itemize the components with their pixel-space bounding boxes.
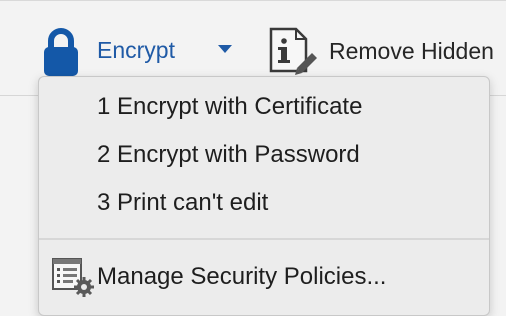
security-policies-icon	[52, 258, 94, 297]
encrypt-dropdown-menu: 1 Encrypt with Certificate 2 Encrypt wit…	[38, 76, 490, 316]
encrypt-label: Encrypt	[97, 37, 175, 63]
menu-item-print-cant-edit[interactable]: 3 Print can't edit	[97, 189, 268, 217]
menu-separator	[39, 238, 489, 240]
document-info-icon	[269, 27, 317, 75]
remove-hidden-label: Remove Hidden	[329, 38, 494, 64]
menu-item-encrypt-with-certificate[interactable]: 1 Encrypt with Certificate	[97, 93, 362, 121]
lock-icon	[44, 28, 78, 76]
menu-item-encrypt-with-password[interactable]: 2 Encrypt with Password	[97, 141, 360, 169]
manage-security-policies-label: Manage Security Policies...	[97, 263, 387, 290]
caret-down-icon[interactable]	[218, 45, 232, 53]
